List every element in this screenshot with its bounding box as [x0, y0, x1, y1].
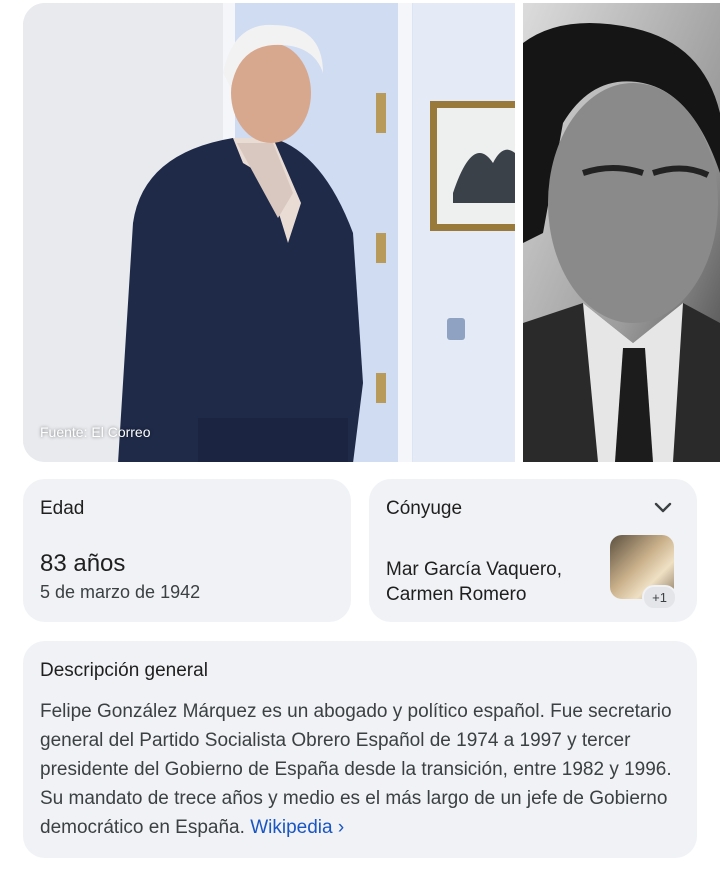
chevron-right-icon: ›	[337, 817, 345, 838]
chevron-down-icon[interactable]	[653, 501, 673, 515]
main-photo-image	[23, 3, 515, 462]
secondary-photo-image	[523, 3, 720, 462]
main-photo[interactable]: Fuente: El Correo	[23, 3, 515, 462]
wikipedia-link[interactable]: Wikipedia ›	[250, 817, 344, 838]
description-title: Descripción general	[40, 660, 208, 681]
more-badge[interactable]: +1	[642, 585, 677, 610]
wikipedia-link-label: Wikipedia	[250, 817, 333, 838]
description-card: Descripción general Felipe González Márq…	[23, 641, 697, 858]
secondary-photo[interactable]	[523, 3, 720, 462]
spouse-names-line2: Carmen Romero	[386, 584, 527, 605]
description-body: Felipe González Márquez es un abogado y …	[40, 697, 686, 842]
spouse-names-line1: Mar García Vaquero,	[386, 559, 563, 580]
age-card[interactable]: Edad 83 años 5 de marzo de 1942	[23, 479, 351, 622]
birth-date: 5 de marzo de 1942	[40, 582, 201, 602]
description-text: Felipe González Márquez es un abogado y …	[40, 701, 672, 838]
spouse-card[interactable]: Cónyuge Mar García Vaquero, Carmen Romer…	[369, 479, 697, 622]
spouse-label: Cónyuge	[386, 498, 463, 519]
age-label: Edad	[40, 498, 85, 519]
photo-source-caption: Fuente: El Correo	[40, 424, 151, 440]
age-value: 83 años	[40, 550, 126, 577]
spouse-names: Mar García Vaquero, Carmen Romero	[386, 557, 586, 607]
